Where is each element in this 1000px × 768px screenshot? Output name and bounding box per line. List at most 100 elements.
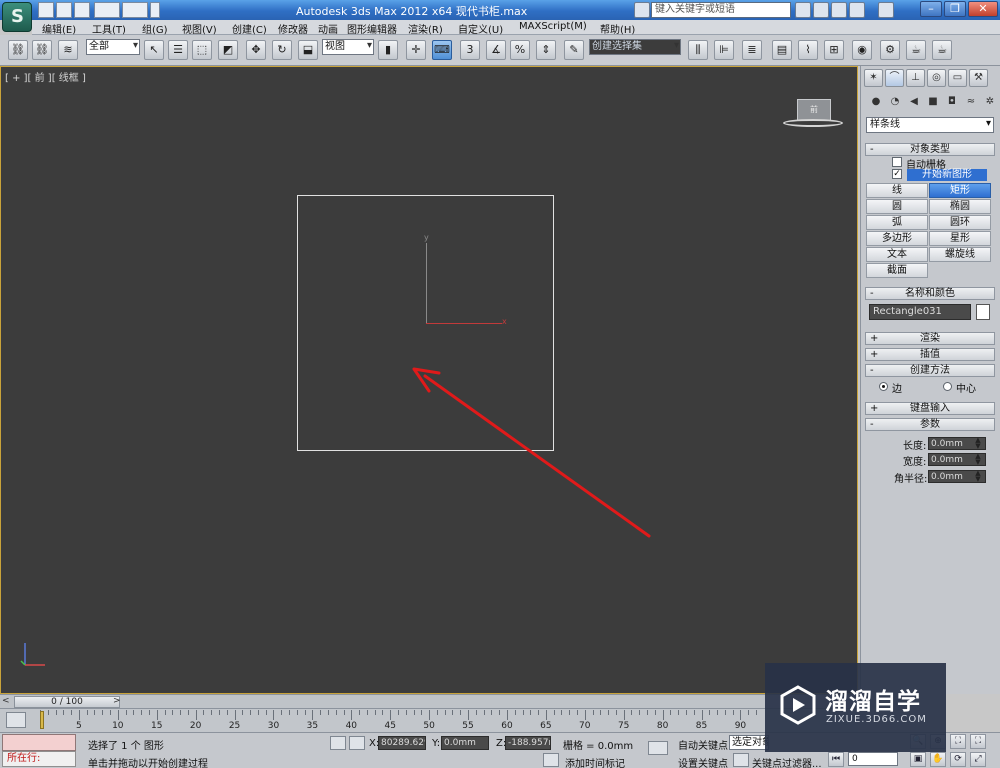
select-object-icon[interactable]: ↖ bbox=[144, 40, 164, 60]
unlink-icon[interactable]: ⛓ bbox=[32, 40, 52, 60]
minimize-button[interactable]: – bbox=[920, 1, 942, 17]
parameters-rollout[interactable]: - 参数 bbox=[865, 418, 995, 431]
time-slider-next-icon[interactable]: > bbox=[113, 696, 121, 706]
menu-edit[interactable]: 编辑(E) bbox=[42, 21, 76, 36]
start-new-shape-button[interactable]: 开始新图形 bbox=[907, 169, 987, 181]
motion-tab-icon[interactable]: ◎ bbox=[927, 69, 946, 87]
restore-button[interactable]: ❐ bbox=[944, 1, 966, 17]
current-frame-marker[interactable] bbox=[40, 711, 44, 729]
menu-help[interactable]: 帮助(H) bbox=[600, 21, 635, 36]
new-file-icon[interactable] bbox=[38, 2, 54, 18]
render-setup-icon[interactable]: ⚙ bbox=[880, 40, 900, 60]
menu-graph-editors[interactable]: 图形编辑器 bbox=[347, 21, 397, 36]
current-frame-field[interactable]: 0 bbox=[848, 752, 898, 766]
name-color-rollout[interactable]: - 名称和颜色 bbox=[865, 287, 995, 300]
search-input[interactable]: 键入关键字或短语 bbox=[651, 2, 791, 18]
length-spinner-arrows-icon[interactable]: ▲ ▼ bbox=[973, 437, 983, 450]
search-dropdown-icon[interactable] bbox=[634, 2, 650, 18]
y-coordinate-field[interactable]: 0.0mm bbox=[441, 736, 489, 750]
z-coordinate-field[interactable]: -188.957m bbox=[505, 736, 551, 750]
rectangle-button[interactable]: 矩形 bbox=[929, 183, 991, 198]
percent-snap-icon[interactable]: % bbox=[510, 40, 530, 60]
x-coordinate-field[interactable]: 80289.629 bbox=[378, 736, 426, 750]
time-slider-thumb[interactable]: 0 / 100 bbox=[14, 696, 120, 708]
select-and-rotate-icon[interactable]: ↻ bbox=[272, 40, 292, 60]
donut-button[interactable]: 圆环 bbox=[929, 215, 991, 230]
circle-button[interactable]: 圆 bbox=[866, 199, 928, 214]
close-button[interactable]: ✕ bbox=[968, 1, 998, 17]
go-to-start-icon[interactable]: ⏮ bbox=[828, 752, 844, 767]
ellipse-button[interactable]: 椭圆 bbox=[929, 199, 991, 214]
auto-key-button[interactable]: 自动关键点 bbox=[678, 737, 728, 752]
spinner-snap-icon[interactable]: ⇕ bbox=[536, 40, 556, 60]
category-select[interactable]: 样条线 bbox=[866, 117, 994, 133]
helix-button[interactable]: 螺旋线 bbox=[929, 247, 991, 262]
maxscript-listener-input[interactable] bbox=[2, 734, 76, 751]
window-crossing-icon[interactable]: ◩ bbox=[218, 40, 238, 60]
menu-tools[interactable]: 工具(T) bbox=[92, 21, 126, 36]
pan-view-icon[interactable]: ✋ bbox=[930, 752, 946, 767]
menu-maxscript[interactable]: MAXScript(M) bbox=[519, 21, 587, 32]
corner-radius-spinner-arrows-icon[interactable]: ▲ ▼ bbox=[973, 470, 983, 483]
modify-tab-icon[interactable]: ⌒ bbox=[885, 69, 904, 87]
select-and-manipulate-icon[interactable]: ✛ bbox=[406, 40, 426, 60]
edge-radio[interactable] bbox=[879, 382, 888, 391]
mini-curve-editor-icon[interactable] bbox=[6, 712, 26, 728]
time-slider-prev-icon[interactable]: < bbox=[2, 696, 10, 706]
width-spinner-arrows-icon[interactable]: ▲ ▼ bbox=[973, 453, 983, 466]
rectangular-selection-icon[interactable]: ⬚ bbox=[192, 40, 212, 60]
graphite-ribbon-icon[interactable]: ▤ bbox=[772, 40, 792, 60]
named-selection-set-select[interactable]: 创建选择集 bbox=[589, 39, 681, 55]
binoculars-icon[interactable] bbox=[795, 2, 811, 18]
render-production-icon[interactable]: ☕ bbox=[932, 40, 952, 60]
reference-coordinate-select[interactable]: 视图 bbox=[322, 39, 374, 55]
key-mode-select[interactable]: 选定对象 bbox=[729, 735, 769, 750]
create-tab-icon[interactable]: ✶ bbox=[864, 69, 883, 87]
rendered-frame-window-icon[interactable]: ☕ bbox=[906, 40, 926, 60]
rendering-rollout[interactable]: + 渲染 bbox=[865, 332, 995, 345]
curve-editor-icon[interactable]: ⌇ bbox=[798, 40, 818, 60]
menu-modifiers[interactable]: 修改器 bbox=[278, 21, 308, 36]
shapes-icon[interactable]: ◔ bbox=[887, 94, 903, 110]
set-key-filter-key-icon[interactable] bbox=[648, 741, 668, 755]
pivot-center-icon[interactable]: ▮ bbox=[378, 40, 398, 60]
orbit-icon[interactable]: ⟳ bbox=[950, 752, 966, 767]
key-filters-button[interactable]: 关键点过滤器... bbox=[752, 755, 822, 768]
front-viewport[interactable]: [ + ][ 前 ][ 线框 ] 前 y x bbox=[0, 66, 858, 694]
undo-icon[interactable] bbox=[94, 2, 120, 18]
help-icon[interactable] bbox=[878, 2, 894, 18]
helpers-icon[interactable]: ◘ bbox=[944, 94, 960, 110]
cameras-icon[interactable]: ■ bbox=[925, 94, 941, 110]
time-tag-icon[interactable] bbox=[543, 753, 559, 767]
zoom-region-icon[interactable]: ▣ bbox=[910, 752, 926, 767]
angle-snap-icon[interactable]: ∡ bbox=[486, 40, 506, 60]
menu-customize[interactable]: 自定义(U) bbox=[458, 21, 503, 36]
arc-button[interactable]: 弧 bbox=[866, 215, 928, 230]
display-tab-icon[interactable]: ▭ bbox=[948, 69, 967, 87]
zoom-extents-icon[interactable]: ⛶ bbox=[950, 734, 966, 749]
ngon-button[interactable]: 多边形 bbox=[866, 231, 928, 246]
object-name-input[interactable]: Rectangle031 bbox=[869, 304, 971, 320]
hierarchy-tab-icon[interactable]: ⊥ bbox=[906, 69, 925, 87]
quick-access-dropdown-icon[interactable] bbox=[150, 2, 160, 18]
menu-create[interactable]: 创建(C) bbox=[232, 21, 267, 36]
material-editor-icon[interactable]: ◉ bbox=[852, 40, 872, 60]
selection-lock-icon[interactable] bbox=[330, 736, 346, 750]
menu-animation[interactable]: 动画 bbox=[318, 21, 338, 36]
center-radio[interactable] bbox=[943, 382, 952, 391]
utilities-tab-icon[interactable]: ⚒ bbox=[969, 69, 988, 87]
time-slider[interactable]: < 0 / 100 > bbox=[0, 694, 858, 708]
select-by-name-icon[interactable]: ☰ bbox=[168, 40, 188, 60]
interpolation-rollout[interactable]: + 插值 bbox=[865, 348, 995, 361]
edit-named-selection-icon[interactable]: ✎ bbox=[564, 40, 584, 60]
geometry-icon[interactable]: ● bbox=[868, 94, 884, 110]
select-and-link-icon[interactable]: ⛓ bbox=[8, 40, 28, 60]
auto-grid-checkbox[interactable] bbox=[892, 157, 902, 167]
absolute-relative-toggle-icon[interactable] bbox=[349, 736, 365, 750]
menu-rendering[interactable]: 渲染(R) bbox=[408, 21, 443, 36]
star-button[interactable]: 星形 bbox=[929, 231, 991, 246]
app-logo-icon[interactable] bbox=[2, 2, 32, 32]
maximize-viewport-icon[interactable]: ⤢ bbox=[970, 752, 986, 767]
star-icon[interactable] bbox=[831, 2, 847, 18]
add-time-tag-label[interactable]: 添加时间标记 bbox=[565, 755, 625, 768]
